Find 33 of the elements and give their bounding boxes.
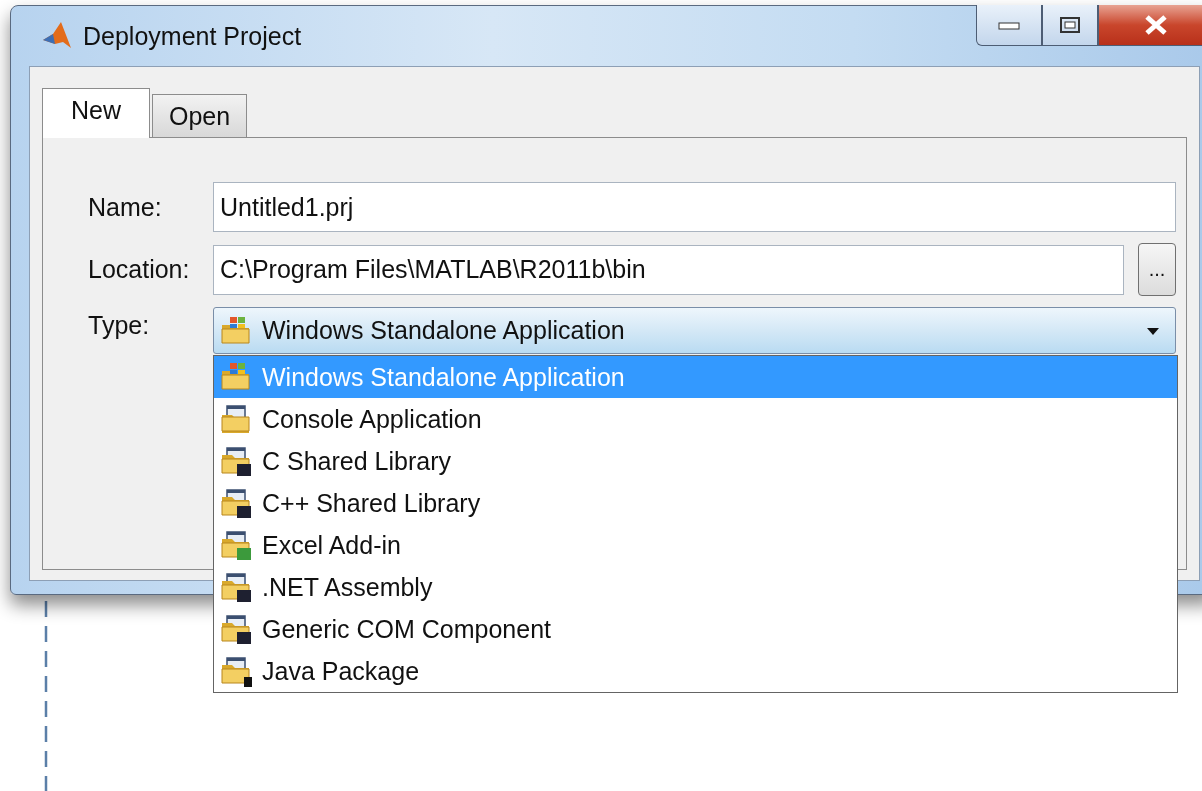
location-field[interactable]: C:\Program Files\MATLAB\R2011b\bin bbox=[213, 244, 1124, 295]
folder-window-icon bbox=[220, 529, 252, 561]
dropdown-option[interactable]: Console Application bbox=[214, 398, 1177, 440]
folder-window-icon bbox=[220, 571, 252, 603]
folder-window-icon bbox=[220, 655, 252, 687]
dropdown-option[interactable]: C Shared Library bbox=[214, 440, 1177, 482]
dropdown-option[interactable]: C++ Shared Library bbox=[214, 482, 1177, 524]
type-dropdown[interactable]: Windows Standalone Application bbox=[213, 307, 1176, 354]
dropdown-option[interactable]: Generic COM Component bbox=[214, 608, 1177, 650]
field-label: Name: bbox=[88, 192, 163, 222]
tab[interactable]: Open bbox=[152, 94, 248, 137]
maximize-button[interactable] bbox=[1042, 5, 1098, 46]
folder-icon bbox=[220, 361, 252, 393]
close-button[interactable] bbox=[1098, 5, 1202, 46]
folder-icon bbox=[220, 314, 252, 347]
field-label: Type: bbox=[88, 310, 151, 340]
dropdown-option[interactable]: Excel Add-in bbox=[214, 524, 1177, 566]
folder-window-icon bbox=[220, 445, 252, 477]
dropdown-option[interactable]: Java Package bbox=[214, 650, 1177, 692]
tab[interactable]: New bbox=[42, 88, 150, 138]
dropdown-option[interactable]: .NET Assembly bbox=[214, 566, 1177, 608]
folder-window-icon bbox=[220, 487, 252, 519]
close-icon bbox=[1143, 14, 1169, 36]
name-field[interactable]: Untitled1.prj bbox=[213, 182, 1176, 232]
folder-window-icon bbox=[220, 403, 252, 435]
caret-icon bbox=[1145, 325, 1161, 336]
maximize-icon bbox=[1059, 16, 1081, 34]
folder-window-icon bbox=[220, 613, 252, 645]
window-title: Deployment Project bbox=[83, 21, 302, 51]
browse-button[interactable]: ... bbox=[1138, 243, 1176, 296]
field-label: Location: bbox=[88, 255, 191, 284]
minimize-button[interactable] bbox=[976, 5, 1042, 46]
minimize-icon bbox=[998, 20, 1020, 30]
